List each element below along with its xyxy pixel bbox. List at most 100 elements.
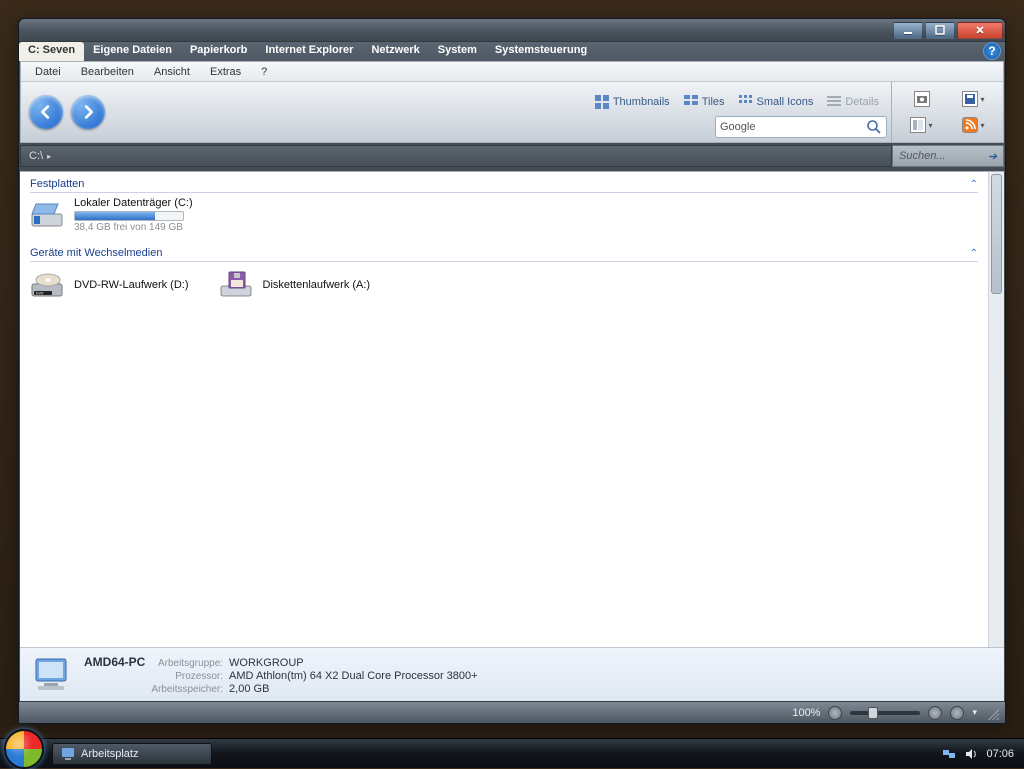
chevron-down-icon: ▾ [980, 121, 984, 130]
status-bar: 100% ▾ [19, 701, 1005, 723]
toolbar-left: Thumbnails Tiles Small Icons Details Goo… [21, 82, 891, 142]
tab-internet-explorer[interactable]: Internet Explorer [256, 42, 362, 61]
menu-help[interactable]: ? [251, 64, 277, 80]
search-right[interactable]: Suchen... ➔ [892, 145, 1004, 167]
drive-d[interactable]: DVD DVD-RW-Laufwerk (D:) [30, 270, 189, 300]
toolbar-right: ▾ ▾ ▾ [891, 82, 1003, 142]
drive-a[interactable]: Diskettenlaufwerk (A:) [219, 270, 371, 300]
close-button[interactable] [957, 22, 1003, 39]
drive-c-capacity-bar [74, 211, 184, 221]
chevron-down-icon[interactable]: ▾ [972, 707, 977, 718]
help-icon[interactable]: ? [983, 42, 1001, 60]
volume-icon[interactable] [964, 747, 978, 761]
ram-key: Arbeitsspeicher: [151, 684, 223, 695]
search-right-placeholder: Suchen... [899, 150, 945, 162]
search-box[interactable]: Google [715, 116, 887, 138]
zoom-slider[interactable] [850, 711, 920, 715]
taskbar-button-label: Arbeitsplatz [81, 748, 138, 760]
resize-grip[interactable] [985, 706, 999, 720]
chevron-down-icon: ▾ [928, 121, 932, 130]
tab-c-seven[interactable]: C: Seven [19, 42, 84, 61]
view-buttons: Thumbnails Tiles Small Icons Details [589, 87, 891, 117]
go-arrow-icon[interactable]: ➔ [988, 150, 997, 163]
menu-extras[interactable]: Extras [200, 64, 251, 80]
collapse-icon[interactable]: ⌃ [970, 248, 978, 259]
address-bar-row: C:\ ▸ Suchen... ➔ [20, 145, 1004, 167]
layout-icon [910, 117, 926, 133]
toolbtn-layout[interactable]: ▾ [904, 115, 940, 135]
toolbtn-camera[interactable] [904, 89, 940, 109]
menu-bar: Datei Bearbeiten Ansicht Extras ? [21, 62, 1003, 82]
vertical-scrollbar[interactable] [988, 172, 1004, 647]
zoom-label: 100% [792, 707, 820, 719]
drive-a-labels: Diskettenlaufwerk (A:) [263, 279, 371, 291]
scrollbar-thumb[interactable] [991, 174, 1002, 294]
status-circle[interactable] [950, 706, 964, 720]
zoom-out-button[interactable] [828, 706, 842, 720]
search-value: Google [720, 121, 755, 133]
start-orb[interactable] [4, 729, 44, 769]
content-area: Festplatten ⌃ Lokaler Datenträger (C:) 3… [20, 171, 1004, 647]
search-icon[interactable] [866, 119, 882, 135]
group-header-wechselmedien[interactable]: Geräte mit Wechselmedien ⌃ [30, 247, 978, 262]
drive-c-subtitle: 38,4 GB frei von 149 GB [74, 222, 193, 233]
workgroup-value: WORKGROUP [229, 657, 478, 669]
address-path: C:\ [29, 150, 43, 162]
forward-button[interactable] [71, 95, 105, 129]
save-icon [962, 91, 978, 107]
group-header-festplatten[interactable]: Festplatten ⌃ [30, 178, 978, 193]
thumbnails-icon [595, 95, 609, 109]
zoom-in-button[interactable] [928, 706, 942, 720]
chevron-right-icon[interactable]: ▸ [47, 152, 51, 161]
network-icon[interactable] [942, 747, 956, 761]
details-pane: AMD64-PC Arbeitsgruppe: WORKGROUP Prozes… [20, 647, 1004, 701]
group-header-festplatten-label: Festplatten [30, 178, 84, 190]
file-pane[interactable]: Festplatten ⌃ Lokaler Datenträger (C:) 3… [20, 172, 988, 647]
computer-icon [61, 747, 75, 761]
toolbar-region: Datei Bearbeiten Ansicht Extras ? Thumbn… [20, 61, 1004, 143]
taskbar-button-arbeitsplatz[interactable]: Arbeitsplatz [52, 743, 212, 765]
view-details[interactable]: Details [821, 92, 885, 112]
small-icons-icon [739, 95, 753, 109]
back-button[interactable] [29, 95, 63, 129]
camera-icon [914, 91, 930, 107]
drive-d-name: DVD-RW-Laufwerk (D:) [74, 279, 189, 291]
cpu-key: Prozessor: [151, 671, 223, 682]
address-bar[interactable]: C:\ ▸ [20, 145, 892, 167]
toolbtn-rss[interactable]: ▾ [956, 115, 992, 135]
view-small-icons[interactable]: Small Icons [733, 92, 820, 112]
drive-c[interactable]: Lokaler Datenträger (C:) 38,4 GB frei vo… [30, 197, 978, 233]
floppy-drive-icon [219, 270, 255, 300]
tab-system[interactable]: System [429, 42, 486, 61]
tab-eigene-dateien[interactable]: Eigene Dateien [84, 42, 181, 61]
zoom-slider-knob[interactable] [868, 707, 878, 719]
tab-papierkorb[interactable]: Papierkorb [181, 42, 256, 61]
minimize-button[interactable] [893, 22, 923, 39]
tab-netzwerk[interactable]: Netzwerk [362, 42, 428, 61]
rss-icon [962, 117, 978, 133]
view-thumbnails-label: Thumbnails [613, 96, 670, 108]
group-header-wechselmedien-label: Geräte mit Wechselmedien [30, 247, 162, 259]
view-tiles-label: Tiles [702, 96, 725, 108]
menu-datei[interactable]: Datei [25, 64, 71, 80]
tiles-icon [684, 95, 698, 109]
menu-bearbeiten[interactable]: Bearbeiten [71, 64, 144, 80]
toolbtn-save[interactable]: ▾ [956, 89, 992, 109]
svg-text:DVD: DVD [36, 292, 44, 296]
explorer-window: C: Seven Eigene Dateien Papierkorb Inter… [18, 18, 1006, 724]
hdd-icon [30, 200, 66, 230]
drive-d-labels: DVD-RW-Laufwerk (D:) [74, 279, 189, 291]
tab-row: C: Seven Eigene Dateien Papierkorb Inter… [19, 41, 1005, 61]
maximize-button[interactable] [925, 22, 955, 39]
collapse-icon[interactable]: ⌃ [970, 179, 978, 190]
removable-row: DVD DVD-RW-Laufwerk (D:) Diskettenlaufwe… [30, 266, 978, 314]
tab-systemsteuerung[interactable]: Systemsteuerung [486, 42, 596, 61]
view-details-label: Details [845, 96, 879, 108]
clock[interactable]: 07:06 [986, 748, 1014, 760]
menu-ansicht[interactable]: Ansicht [144, 64, 200, 80]
drive-a-name: Diskettenlaufwerk (A:) [263, 279, 371, 291]
view-small-icons-label: Small Icons [757, 96, 814, 108]
view-thumbnails[interactable]: Thumbnails [589, 92, 676, 112]
computer-name: AMD64-PC [84, 655, 145, 669]
view-tiles[interactable]: Tiles [678, 92, 731, 112]
